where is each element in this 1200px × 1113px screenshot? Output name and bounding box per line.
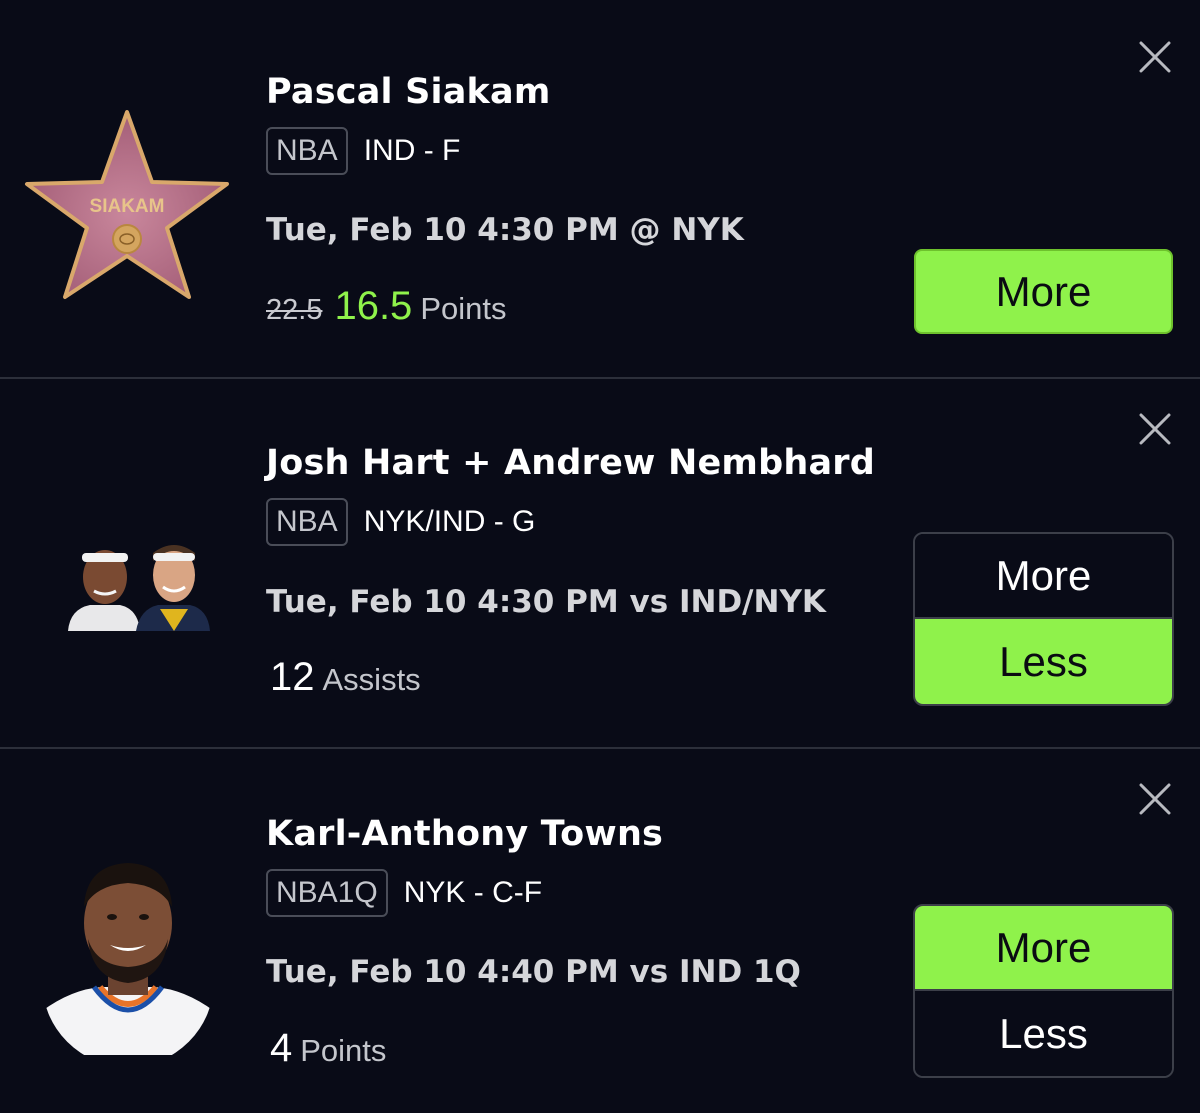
projection-line: 12 Assists [270,655,421,700]
more-less-toggle: More Less [913,904,1174,1078]
team-position: NYK/IND - G [363,505,536,538]
league-badge: NBA [266,127,348,175]
stat-label: Assists [322,662,421,697]
team-position: IND - F [363,134,461,167]
pick-card-hart-nembhard: Josh Hart + Andrew Nembhard NBA NYK/IND … [0,379,1200,750]
less-button[interactable]: Less [915,991,1172,1076]
stat-label: Points [300,1033,387,1068]
star-name-text: SIAKAM [90,196,165,217]
close-icon [1139,783,1171,815]
projection-line: 22.5 16.5 Points [266,284,506,329]
line-value: 4 [270,1026,293,1070]
tag-row: NBA IND - F [266,127,460,175]
less-button[interactable]: Less [915,619,1172,704]
tag-row: NBA NYK/IND - G [266,498,535,546]
player-name: Pascal Siakam [266,72,551,112]
more-less-toggle: More Less [913,532,1174,706]
player-avatar [42,861,214,1055]
discounted-line-value: 16.5 [334,284,413,328]
more-button[interactable]: More [915,906,1172,991]
stat-label: Points [420,291,507,326]
player-name: Josh Hart + Andrew Nembhard [266,443,875,483]
remove-pick-button[interactable] [1138,40,1172,74]
original-line-value: 22.5 [266,294,323,326]
line-value: 12 [270,655,315,699]
remove-pick-button[interactable] [1138,782,1172,816]
pick-card-siakam: SIAKAM Pascal Siakam NBA IND - F Tue, Fe… [0,0,1200,371]
tag-row: NBA1Q NYK - C-F [266,869,542,917]
player-name: Karl-Anthony Towns [266,814,664,854]
league-badge: NBA1Q [266,869,388,917]
close-icon [1139,41,1171,73]
pick-card-towns: Karl-Anthony Towns NBA1Q NYK - C-F Tue, … [0,749,1200,1113]
team-position: NYK - C-F [403,876,543,909]
close-icon [1139,413,1171,445]
more-button[interactable]: More [914,249,1173,334]
game-info: Tue, Feb 10 4:30 PM @ NYK [266,212,744,248]
game-info: Tue, Feb 10 4:40 PM vs IND 1Q [266,954,801,990]
combo-player-avatars [50,539,215,634]
projection-line: 4 Points [270,1026,386,1071]
star-avatar: SIAKAM [24,108,230,300]
league-badge: NBA [266,498,348,546]
more-button[interactable]: More [915,534,1172,619]
game-info: Tue, Feb 10 4:30 PM vs IND/NYK [266,584,826,620]
remove-pick-button[interactable] [1138,412,1172,446]
